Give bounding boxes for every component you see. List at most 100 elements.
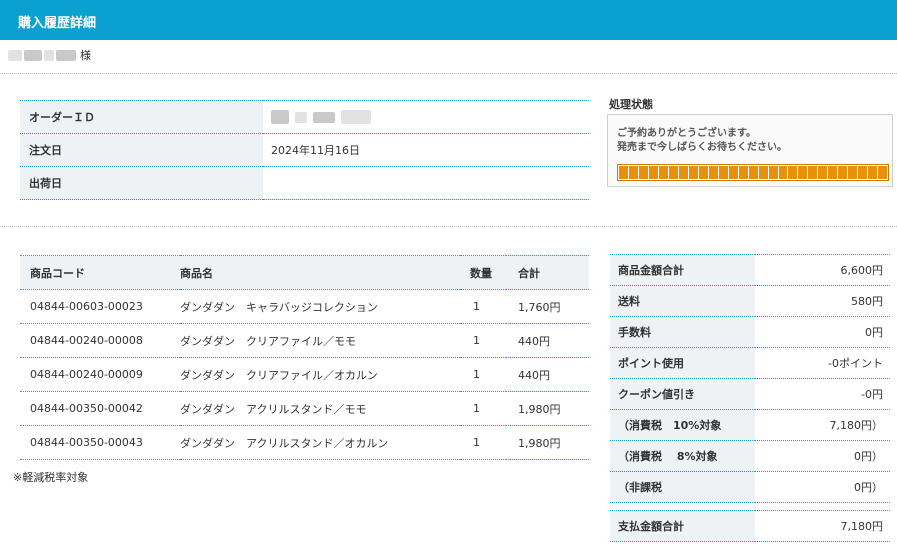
table-row: 04844-00240-00008 ダンダダン クリアファイル／モモ 1 440…: [20, 323, 589, 358]
progress-segment: [828, 166, 838, 179]
table-row: 04844-00240-00009 ダンダダン クリアファイル／オカルン 1 4…: [20, 357, 589, 392]
item-total: 1,980円: [506, 391, 589, 426]
progress-segment: [738, 166, 748, 179]
item-qty: 1: [460, 323, 506, 358]
summary-total-row: 支払金額合計 7,180円: [610, 510, 890, 542]
item-name: ダンダダン クリアファイル／オカルン: [180, 357, 460, 392]
page-title: 購入履歴詳細: [18, 16, 97, 31]
summary-label: 手数料: [610, 316, 755, 348]
summary-label: （非課税: [610, 471, 755, 503]
table-row: 04844-00350-00043 ダンダダン アクリルスタンド／オカルン 1 …: [20, 425, 589, 460]
summary-label: 送料: [610, 285, 755, 317]
item-code: 04844-00240-00008: [20, 323, 180, 358]
summary-label: （消費税 8%対象: [610, 440, 755, 472]
summary-row: （消費税 10%対象 7,180円）: [610, 409, 890, 441]
progress-segment: [858, 166, 868, 179]
redacted-name: [44, 49, 54, 61]
status-message-line2: 発売まで今しばらくお待ちください。: [617, 142, 787, 153]
items-header-row: 商品コード 商品名 数量 合計: [20, 255, 589, 290]
progress-segment: [708, 166, 718, 179]
order-date-row: 注文日 2024年11月16日: [20, 133, 589, 167]
order-date-value: 2024年11月16日: [263, 133, 589, 167]
progress-segment: [628, 166, 638, 179]
status-progress-bar: [617, 164, 889, 181]
summary-spacer-cell: [755, 502, 890, 511]
progress-segment: [688, 166, 698, 179]
progress-segment: [838, 166, 848, 179]
progress-segment: [619, 166, 628, 179]
divider: [0, 226, 897, 227]
summary-row: クーポン値引き -0円: [610, 378, 890, 410]
divider: [0, 73, 897, 74]
tax-note: ※軽減税率対象: [13, 471, 89, 484]
summary-spacer: [610, 502, 890, 511]
item-qty: 1: [460, 357, 506, 392]
summary-total-value: 7,180円: [755, 510, 890, 542]
progress-segment: [768, 166, 778, 179]
item-qty: 1: [460, 391, 506, 426]
progress-segment: [798, 166, 808, 179]
redacted-order-id: [313, 111, 335, 123]
progress-segment: [698, 166, 708, 179]
progress-segment: [818, 166, 828, 179]
order-id-value: [263, 100, 589, 134]
progress-segment: [678, 166, 688, 179]
progress-segment: [748, 166, 758, 179]
progress-segment: [648, 166, 658, 179]
item-total: 1,760円: [506, 289, 589, 324]
item-name: ダンダダン クリアファイル／モモ: [180, 323, 460, 358]
summary-row: 商品金額合計 6,600円: [610, 254, 890, 286]
summary-value: 0円）: [755, 471, 890, 503]
summary-row: 手数料 0円: [610, 316, 890, 348]
progress-segment: [878, 166, 888, 179]
item-name: ダンダダン アクリルスタンド／オカルン: [180, 425, 460, 460]
ship-date-row: 出荷日: [20, 166, 589, 200]
status-title: 処理状態: [609, 98, 653, 111]
status-message-line1: ご予約ありがとうございます。: [617, 128, 756, 139]
progress-segment: [728, 166, 738, 179]
header-name: 商品名: [180, 255, 460, 290]
redacted-order-id: [271, 110, 289, 124]
order-id-label: オーダーＩＤ: [20, 100, 263, 134]
table-row: 04844-00350-00042 ダンダダン アクリルスタンド／モモ 1 1,…: [20, 391, 589, 426]
summary-value: 6,600円: [755, 254, 890, 286]
item-code: 04844-00350-00043: [20, 425, 180, 460]
header-qty: 数量: [460, 255, 506, 290]
redacted-name: [24, 49, 42, 61]
items-table: 商品コード 商品名 数量 合計 04844-00603-00023 ダンダダン …: [20, 255, 589, 460]
order-info-table: オーダーＩＤ 注文日 2024年11月16日 出荷日: [20, 100, 589, 200]
progress-segment: [808, 166, 818, 179]
summary-table: 商品金額合計 6,600円 送料 580円 手数料 0円 ポイント使用 -0ポイ…: [610, 254, 890, 542]
progress-segment: [788, 166, 798, 179]
ship-date-value: [263, 166, 589, 200]
item-code: 04844-00240-00009: [20, 357, 180, 392]
item-total: 1,980円: [506, 425, 589, 460]
redacted-name: [56, 49, 76, 61]
status-box: ご予約ありがとうございます。 発売まで今しばらくお待ちください。: [607, 114, 893, 187]
summary-row: ポイント使用 -0ポイント: [610, 347, 890, 379]
progress-segment: [778, 166, 788, 179]
summary-value: 0円: [755, 316, 890, 348]
progress-segment: [658, 166, 668, 179]
summary-value: -0ポイント: [755, 347, 890, 379]
redacted-order-id: [295, 111, 307, 123]
page-header: 購入履歴詳細: [0, 0, 897, 40]
summary-row: （非課税 0円）: [610, 471, 890, 503]
header-total: 合計: [506, 255, 589, 290]
progress-segment: [868, 166, 878, 179]
summary-label: （消費税 10%対象: [610, 409, 755, 441]
progress-segment: [848, 166, 858, 179]
summary-row: （消費税 8%対象 0円）: [610, 440, 890, 472]
summary-total-label: 支払金額合計: [610, 510, 755, 542]
status-message: ご予約ありがとうございます。 発売まで今しばらくお待ちください。: [617, 127, 787, 155]
customer-name: 様: [8, 47, 91, 63]
summary-value: 0円）: [755, 440, 890, 472]
table-row: 04844-00603-00023 ダンダダン キャラバッジコレクション 1 1…: [20, 289, 589, 324]
summary-value: 580円: [755, 285, 890, 317]
item-code: 04844-00350-00042: [20, 391, 180, 426]
summary-value: -0円: [755, 378, 890, 410]
item-total: 440円: [506, 357, 589, 392]
summary-label: 商品金額合計: [610, 254, 755, 286]
progress-segment: [638, 166, 648, 179]
order-date-label: 注文日: [20, 133, 263, 167]
